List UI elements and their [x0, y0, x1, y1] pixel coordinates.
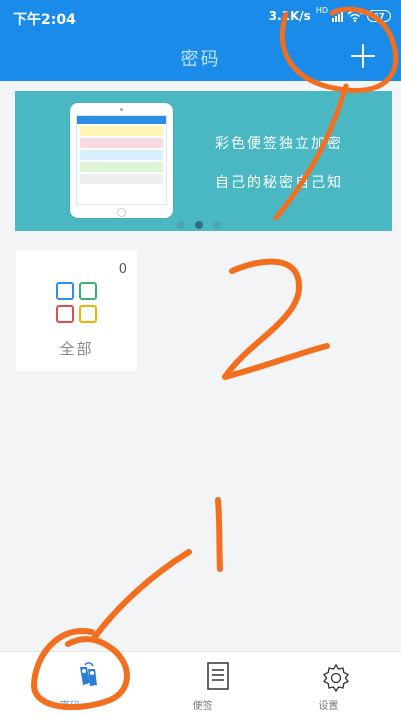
- nav-label-password: 密码: [60, 701, 80, 712]
- tablet-screen: [76, 115, 167, 205]
- tablet-home-button-icon: [117, 208, 126, 217]
- network-speed: 3.1K/s: [268, 9, 311, 23]
- page-dot-1[interactable]: [177, 221, 185, 229]
- tablet-topbar: [77, 116, 166, 124]
- status-time: 下午2:04: [13, 12, 76, 28]
- status-indicators: 3.1K/s HD 67: [268, 5, 391, 23]
- all-category-tile[interactable]: 0 全部: [16, 250, 137, 371]
- battery-icon: 67: [367, 10, 391, 22]
- banner-text-2: 自己的秘密自己知: [215, 175, 343, 191]
- app-screen: 下午2:04 3.1K/s HD 67 密码 彩色便签独立加密 自己的秘密自己知…: [0, 0, 401, 718]
- sample-note-pink: [80, 138, 163, 148]
- hd-indicator: HD: [315, 5, 328, 15]
- status-bar: 下午2:04 3.1K/s HD 67: [0, 0, 401, 34]
- nav-item-password[interactable]: 密码: [0, 652, 134, 718]
- wifi-icon: [347, 10, 363, 22]
- page-dot-3[interactable]: [213, 221, 221, 229]
- key-tag-icon: [80, 662, 97, 686]
- note-icon: [206, 662, 229, 690]
- promo-banner[interactable]: 彩色便签独立加密 自己的秘密自己知: [15, 91, 392, 231]
- nav-item-settings[interactable]: 设置: [267, 652, 401, 718]
- sample-note-blue: [80, 150, 163, 160]
- banner-page-indicator: [177, 221, 221, 229]
- sample-note-green: [80, 162, 163, 172]
- top-app-bar: 下午2:04 3.1K/s HD 67 密码: [0, 0, 401, 81]
- category-grid-icon: [56, 282, 98, 324]
- nav-label-notes: 便签: [192, 701, 213, 712]
- category-area: 0 全部: [0, 241, 401, 651]
- add-button[interactable]: [351, 44, 375, 68]
- nav-item-notes[interactable]: 便签: [134, 652, 268, 718]
- page-title: 密码: [180, 49, 221, 70]
- nav-label-settings: 设置: [318, 701, 339, 712]
- tablet-illustration: [70, 103, 173, 218]
- sample-note-gray: [80, 174, 163, 184]
- sample-note-yellow: [80, 126, 163, 136]
- bottom-navigation: 密码 便签 设置: [0, 651, 401, 718]
- category-count: 0: [118, 262, 127, 277]
- signal-icon: [332, 10, 343, 22]
- tablet-camera-icon: [120, 108, 123, 111]
- banner-text-1: 彩色便签独立加密: [215, 136, 343, 152]
- category-label: 全部: [59, 340, 94, 358]
- page-dot-2[interactable]: [195, 221, 203, 229]
- gear-icon: [323, 663, 350, 693]
